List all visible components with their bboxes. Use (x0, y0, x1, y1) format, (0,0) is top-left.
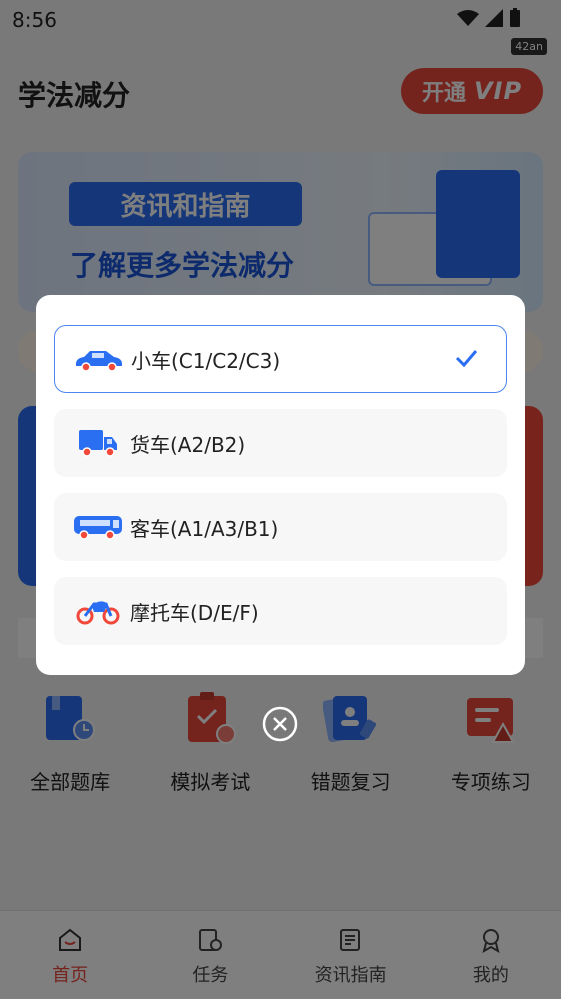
vehicle-option-label: 客车(A1/A3/B1) (130, 516, 279, 541)
vehicle-option-truck[interactable]: 货车(A2/B2) (54, 409, 507, 477)
motorcycle-icon (70, 594, 126, 628)
vehicle-option-label: 摩托车(D/E/F) (130, 600, 259, 625)
truck-icon (70, 426, 126, 460)
close-dialog-button[interactable] (262, 706, 298, 742)
vehicle-option-label: 货车(A2/B2) (130, 432, 246, 457)
vehicle-option-motorcycle[interactable]: 摩托车(D/E/F) (54, 577, 507, 645)
vehicle-option-car[interactable]: 小车(C1/C2/C3) (54, 325, 507, 393)
check-icon (455, 350, 478, 368)
vehicle-option-label: 小车(C1/C2/C3) (131, 348, 281, 373)
vehicle-type-dialog: 小车(C1/C2/C3) 货车(A2/B2) 客车(A1/A3/B1) 摩托车(… (36, 295, 525, 675)
bus-icon (70, 510, 126, 544)
car-icon (71, 342, 127, 376)
vehicle-option-bus[interactable]: 客车(A1/A3/B1) (54, 493, 507, 561)
